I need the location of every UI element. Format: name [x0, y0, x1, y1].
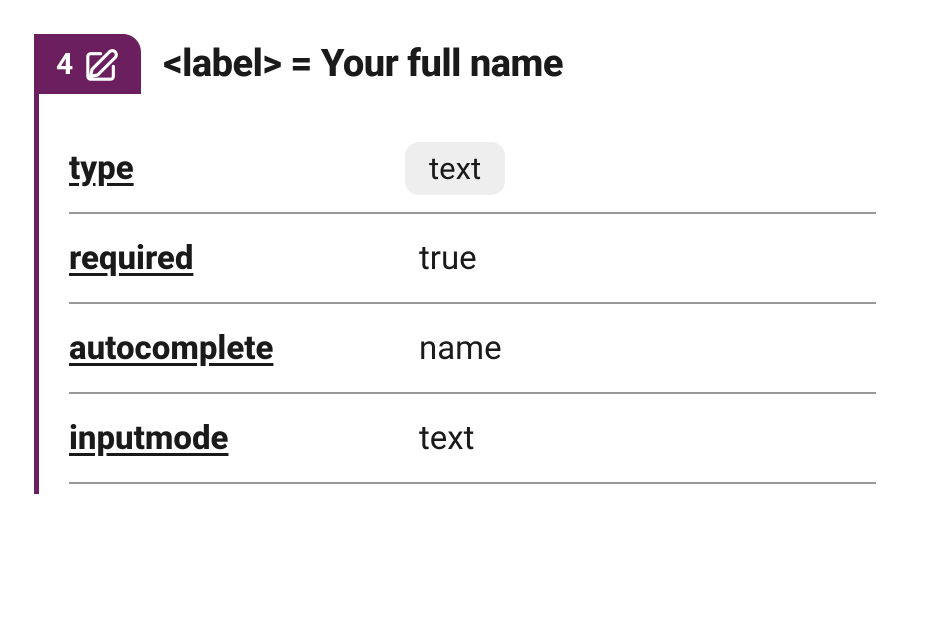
- form-field-card: 4 <label> = Your full name type text req…: [34, 34, 906, 494]
- attribute-value: text: [419, 419, 474, 458]
- attribute-row: inputmode text: [69, 394, 876, 484]
- attribute-row: autocomplete name: [69, 304, 876, 394]
- attribute-value: name: [419, 329, 502, 368]
- attribute-row: type text: [69, 124, 876, 214]
- field-title: <label> = Your full name: [163, 42, 563, 86]
- attribute-name-link[interactable]: autocomplete: [69, 329, 419, 368]
- attribute-name-link[interactable]: type: [69, 149, 419, 188]
- attributes-table: type text required true autocomplete nam…: [39, 124, 906, 484]
- attribute-name-link[interactable]: inputmode: [69, 419, 419, 458]
- attribute-name-link[interactable]: required: [69, 239, 419, 278]
- attribute-value: text: [419, 142, 505, 195]
- value-chip: text: [405, 142, 505, 195]
- edit-icon: [85, 46, 119, 82]
- field-number-badge: 4: [34, 34, 141, 94]
- attribute-value: true: [419, 239, 477, 278]
- attribute-row: required true: [69, 214, 876, 304]
- card-header: 4 <label> = Your full name: [39, 34, 906, 94]
- badge-number: 4: [56, 47, 73, 82]
